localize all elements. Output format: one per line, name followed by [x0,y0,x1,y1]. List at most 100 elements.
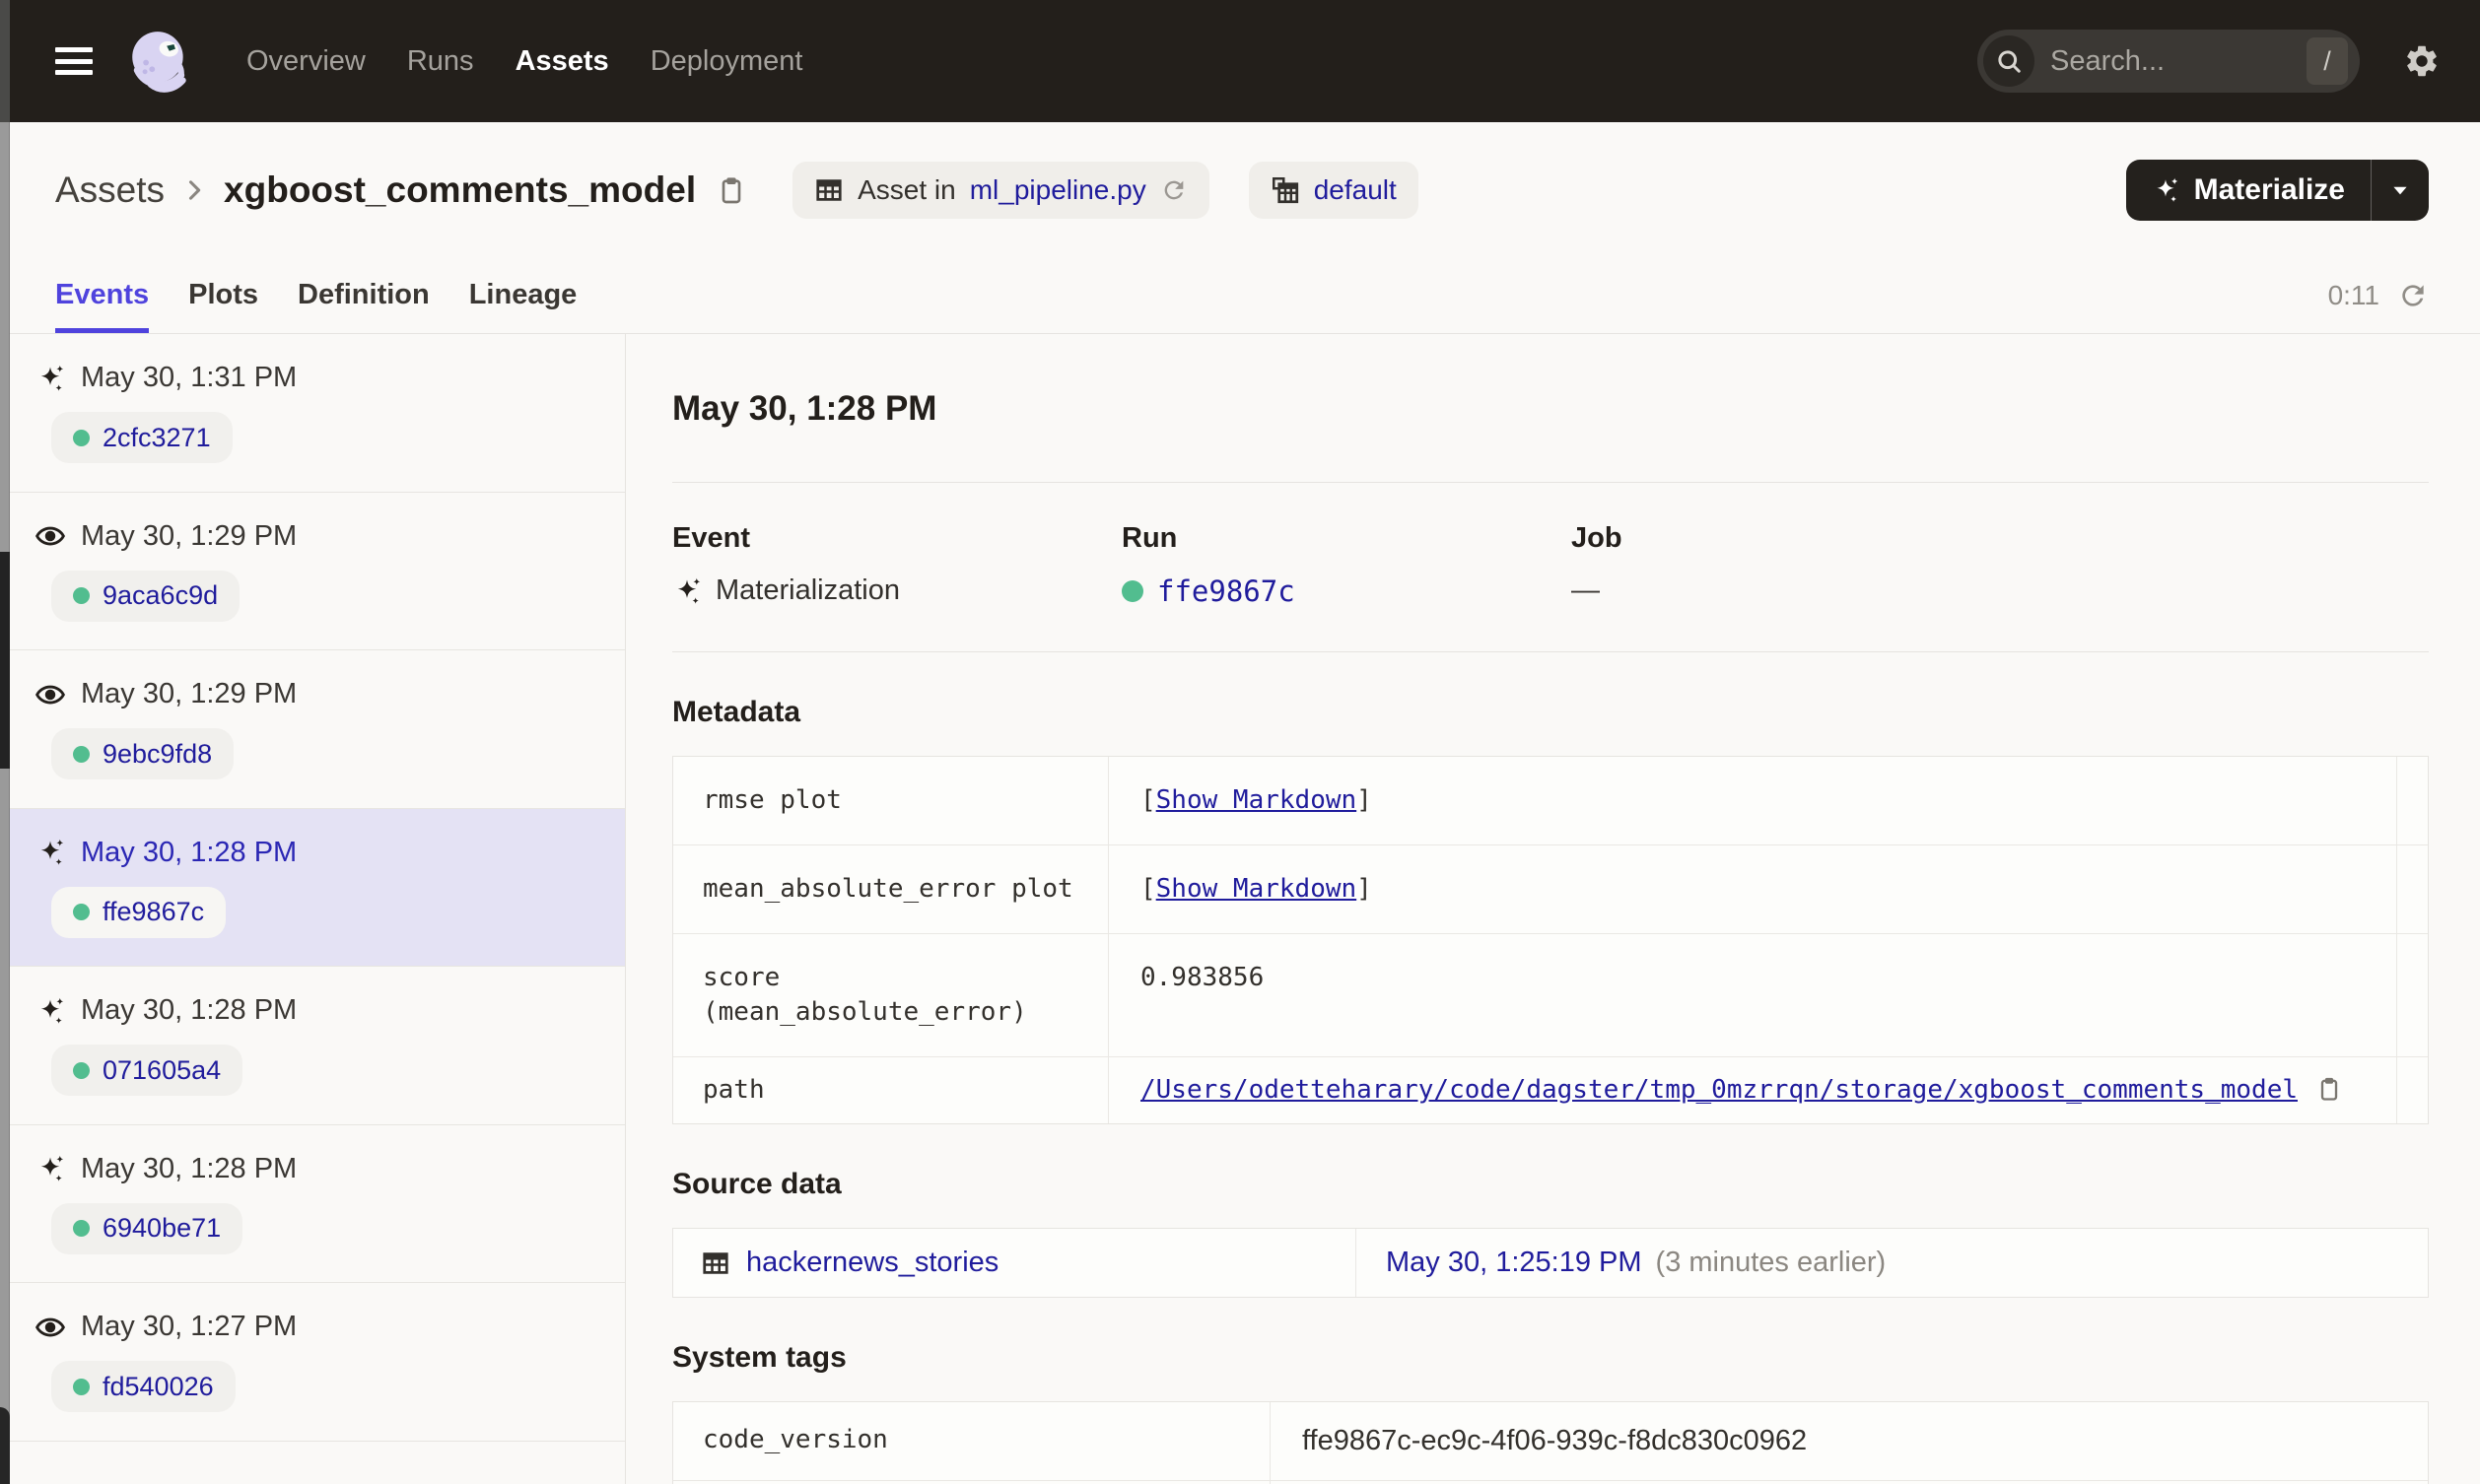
event-list-item[interactable]: May 30, 1:29 PM 9ebc9fd8 [0,650,625,809]
materialize-split-button: Materialize [2125,159,2429,221]
background-window-edge [0,0,10,1484]
run-id-pill[interactable]: 071605a4 [51,1045,243,1096]
event-list-item[interactable]: May 30, 1:31 PM 2cfc3271 [0,334,625,493]
tab-lineage[interactable]: Lineage [469,257,578,333]
pipeline-file-link[interactable]: ml_pipeline.py [970,174,1146,206]
table-end-column [2396,934,2428,1056]
run-id-link[interactable]: 071605a4 [103,1055,221,1086]
materialization-sparkles-icon [35,364,65,393]
tab-events[interactable]: Events [55,257,150,333]
run-status-dot [73,1061,90,1079]
event-detail-title: May 30, 1:28 PM [672,389,937,428]
event-detail-panel: May 30, 1:28 PM Event Materialization Ru… [626,334,2480,1484]
repository-default-link[interactable]: default [1314,174,1397,206]
breadcrumb-row: Assets xgboost_comments_model Asset in m… [0,122,2480,257]
job-empty-value: — [1571,574,1600,606]
run-id-link[interactable]: 9aca6c9d [103,580,218,611]
run-label: Run [1122,522,1178,554]
event-list-item[interactable]: May 30, 1:29 PM 9aca6c9d [0,493,625,650]
search-input[interactable] [2034,44,2307,78]
show-markdown-link[interactable]: Show Markdown [1156,874,1357,904]
dagster-logo[interactable] [124,26,195,97]
source-materialization-time-link[interactable]: May 30, 1:25:19 PM [1386,1247,1642,1279]
nav-item-runs[interactable]: Runs [407,45,474,78]
nav-item-assets[interactable]: Assets [516,45,609,78]
event-timestamp-link[interactable]: May 30, 1:27 PM [81,1311,297,1343]
table-end-column [2396,845,2428,933]
event-timestamp-link[interactable]: May 30, 1:28 PM [81,1153,297,1185]
asset-definition-badge: Asset in ml_pipeline.py [792,161,1209,219]
copy-asset-name-icon[interactable] [716,174,747,206]
run-id-link[interactable]: fd540026 [103,1372,214,1402]
materialization-sparkles-icon [35,838,65,867]
event-timestamp-link[interactable]: May 30, 1:28 PM [81,837,297,869]
table-row: path /Users/odetteharary/code/dagster/tm… [673,1056,2428,1123]
event-list-item[interactable]: May 30, 1:28 PM 6940be71 [0,1125,625,1283]
storage-path-link[interactable]: /Users/odetteharary/code/dagster/tmp_0mz… [1140,1073,2298,1108]
asset-detail-page: Overview Runs Assets Deployment / Assets… [0,0,2480,1484]
run-id-pill[interactable]: 6940be71 [51,1202,243,1254]
run-id-pill[interactable]: 2cfc3271 [51,412,233,463]
run-status-dot [73,429,90,446]
hamburger-menu-icon[interactable] [55,47,93,75]
chevron-right-icon [180,176,208,204]
nav-item-deployment[interactable]: Deployment [651,45,803,78]
table-end-column [2396,757,2428,844]
tab-plots[interactable]: Plots [188,257,258,333]
event-type-value: Materialization [716,574,900,606]
run-id-pill[interactable]: fd540026 [51,1361,236,1412]
event-timestamp-link[interactable]: May 30, 1:29 PM [81,520,297,553]
metadata-heading: Metadata [672,696,801,728]
event-timestamp-link[interactable]: May 30, 1:29 PM [81,678,297,710]
caret-down-icon [2393,186,2407,194]
copy-path-icon[interactable] [2315,1075,2343,1103]
show-markdown-link[interactable]: Show Markdown [1156,785,1357,815]
breadcrumb-assets-link[interactable]: Assets [55,169,165,211]
run-status-dot [73,1220,90,1237]
repository-icon [1272,176,1298,203]
event-list-item-selected[interactable]: May 30, 1:28 PM ffe9867c [0,808,625,967]
asset-grid-icon [703,1251,728,1274]
run-id-link[interactable]: 9ebc9fd8 [103,739,212,770]
run-id-pill[interactable]: ffe9867c [51,886,227,938]
materialize-label: Materialize [2193,172,2345,206]
run-id-link[interactable]: 2cfc3271 [103,423,211,453]
nav-item-overview[interactable]: Overview [246,45,366,78]
table-end-column [2396,1057,2428,1123]
materialize-dropdown-button[interactable] [2372,160,2429,221]
event-timestamp-link[interactable]: May 30, 1:28 PM [81,994,297,1027]
sparkles-icon [2156,177,2177,202]
search-icon [1983,35,2034,87]
run-id-link[interactable]: ffe9867c [103,897,204,927]
refresh-icon[interactable] [2397,280,2429,311]
run-status-dot [73,587,90,604]
system-tag-value: ffe9867c-ec9c-4f06-939c-f8dc830c0962 [1302,1425,1808,1456]
run-status-dot [73,745,90,763]
reload-definitions-icon[interactable] [1160,176,1188,204]
event-label: Event [672,522,750,554]
observation-eye-icon [35,521,65,551]
asset-grid-icon [816,178,842,201]
event-list-sidebar: May 30, 1:31 PM 2cfc3271 May 30, 1:29 PM… [0,334,626,1484]
tab-definition[interactable]: Definition [298,257,430,333]
source-time-note: (3 minutes earlier) [1655,1247,1887,1278]
asset-name-title: xgboost_comments_model [224,169,697,210]
table-row: hackernews_stories May 30, 1:25:19 PM (3… [673,1229,2428,1297]
event-list-item[interactable]: May 30, 1:28 PM 071605a4 [0,967,625,1125]
source-asset-link[interactable]: hackernews_stories [746,1247,999,1279]
run-id-pill[interactable]: 9ebc9fd8 [51,728,235,779]
refresh-countdown: 0:11 [2327,279,2379,310]
run-id-link[interactable]: ffe9867c [1157,574,1295,608]
global-search[interactable]: / [1977,30,2360,93]
run-id-link[interactable]: 6940be71 [103,1213,221,1244]
event-timestamp-link[interactable]: May 30, 1:31 PM [81,362,297,394]
observation-eye-icon [35,680,65,709]
settings-gear-icon[interactable] [2403,42,2441,80]
event-list-item[interactable]: May 30, 1:27 PM fd540026 [0,1283,625,1442]
source-data-table: hackernews_stories May 30, 1:25:19 PM (3… [672,1228,2429,1298]
run-status-dot [73,1378,90,1395]
run-id-pill[interactable]: 9aca6c9d [51,570,241,622]
materialize-button[interactable]: Materialize [2126,160,2371,221]
table-row: mean_absolute_error plot [Show Markdown] [673,844,2428,933]
metadata-key: rmse plot [673,757,1109,844]
